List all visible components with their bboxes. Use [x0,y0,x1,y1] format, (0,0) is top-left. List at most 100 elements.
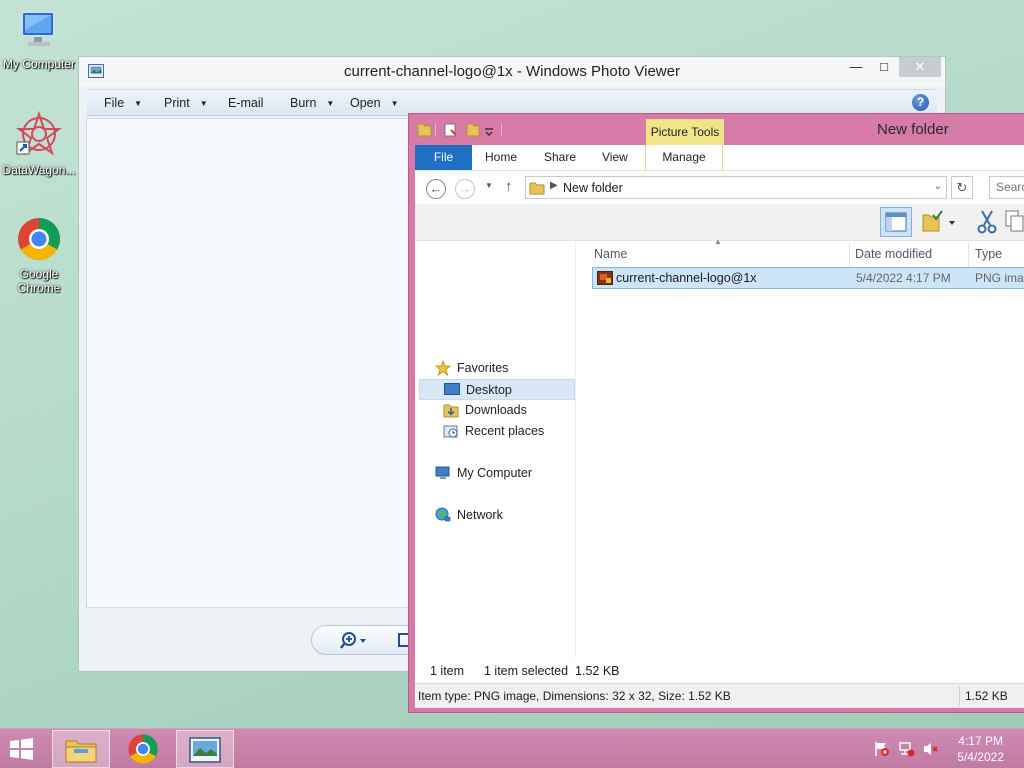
address-dropdown-icon[interactable]: ⌄ [934,181,942,192]
action-center-flag-icon [875,742,889,756]
breadcrumb-current[interactable]: New folder [563,181,623,195]
menu-email-label: E-mail [228,96,264,110]
refresh-button[interactable]: ↻ [951,176,973,199]
column-header-name[interactable]: Name [594,241,844,267]
tab-manage[interactable]: Manage [645,145,723,170]
desktop-icon-my-computer[interactable]: My Computer [0,8,78,71]
address-bar[interactable]: ▶ New folder ⌄ [525,176,947,199]
photo-viewer-titlebar[interactable]: current-channel-logo@1x - Windows Photo … [79,57,945,87]
menu-open[interactable]: Open ▼ [350,96,399,110]
forward-arrow-icon: → [458,181,472,196]
dropdown-arrow-icon: ▼ [199,99,208,108]
nav-item-favorites[interactable]: Favorites [435,358,575,379]
forward-button[interactable]: → [455,179,475,199]
preview-pane-icon [885,212,907,232]
zoom-button[interactable] [340,631,376,651]
nav-label: Downloads [465,403,527,417]
folder-icon[interactable] [417,121,517,139]
taskbar: 4:17 PM 5/4/2022 [0,728,1024,768]
back-button[interactable]: ← [426,179,446,199]
photo-viewer-icon [189,737,221,763]
tray-volume[interactable] [922,741,940,760]
tab-view[interactable]: View [602,145,628,170]
ribbon-tabs: File Home Share View Manage [415,145,1024,170]
nav-item-network[interactable]: Network [435,505,575,526]
network-icon [435,507,451,522]
nav-item-recent-places[interactable]: Recent places [443,421,573,442]
picture-tools-context: Picture Tools [646,119,724,145]
taskbar-file-explorer[interactable] [52,730,110,768]
tray-network[interactable] [898,741,916,760]
taskbar-photo-viewer[interactable] [176,730,234,768]
file-type: PNG imag [975,271,1024,285]
network-status-icon [899,742,915,757]
zoom-icon [340,632,366,649]
tray-flag[interactable] [874,741,890,760]
photo-viewer-menubar: File ▼ Print ▼ E-mail Burn ▼ Open ▼ ? [87,89,937,116]
status-item-count: 1 item [430,664,465,678]
computer-icon [435,466,450,479]
tray-time: 4:17 PM [958,734,1003,748]
chevron-down-icon: ▼ [485,181,493,190]
tab-file[interactable]: File [415,145,472,170]
column-separator [849,243,850,267]
desktop-icon-label: My Computer [2,57,76,71]
close-button[interactable]: ✕ [899,57,941,77]
folder-check-icon [922,210,955,232]
nav-item-desktop[interactable]: Desktop [419,379,575,400]
nav-item-downloads[interactable]: Downloads [443,400,573,421]
cut-button[interactable] [976,210,1000,234]
copy-button[interactable] [1005,210,1024,234]
nav-label: Favorites [457,361,509,375]
start-button[interactable] [6,735,40,763]
tab-home[interactable]: Home [485,145,517,170]
maximize-button[interactable]: □ [871,57,897,77]
recent-locations-button[interactable]: ▼ [485,181,493,190]
maximize-icon: □ [880,59,888,74]
desktop-icon [444,383,460,395]
menu-file[interactable]: File ▼ [104,96,142,110]
copy-icon [1005,210,1024,232]
help-button[interactable]: ? [912,94,929,111]
nav-label: Recent places [465,424,545,438]
windows-logo-icon [10,738,33,760]
chrome-icon [18,217,61,261]
desktop-icon-label: Google Chrome [17,267,61,295]
dropdown-arrow-icon: ▼ [326,99,335,108]
tray-clock[interactable]: 4:17 PM 5/4/2022 [957,733,1004,765]
explorer-window[interactable]: Picture Tools New folder File Home Share… [408,113,1024,713]
tab-share[interactable]: Share [544,145,576,170]
folder-icon [529,182,545,195]
taskbar-chrome[interactable] [114,730,172,768]
new-folder-button[interactable] [921,210,963,234]
nav-label: Desktop [466,383,512,397]
minimize-icon: — [849,59,863,74]
menu-print[interactable]: Print ▼ [164,96,208,110]
column-header-date-modified[interactable]: Date modified [855,241,965,267]
png-file-icon [597,271,613,285]
file-explorer-icon [65,740,97,763]
file-name: current-channel-logo@1x [616,271,757,285]
recent-places-icon [443,425,458,438]
minimize-button[interactable]: — [843,57,869,77]
file-list-pane: ▲ Name Date modified Type current-channe… [575,237,1024,657]
preview-pane-button[interactable] [880,207,912,237]
menu-file-label: File [104,96,125,110]
search-input[interactable]: Searc [989,176,1024,199]
status-selection: 1 item selected 1.52 KB [484,664,620,678]
file-row[interactable]: current-channel-logo@1x 5/4/2022 4:17 PM… [592,267,1024,289]
datawagon-icon [16,110,62,156]
menu-burn[interactable]: Burn ▼ [290,96,334,110]
column-header-type[interactable]: Type [975,241,1024,267]
volume-muted-icon [924,743,938,755]
up-arrow-icon: ↑ [505,178,513,195]
back-arrow-icon: ← [429,181,443,196]
nav-item-my-computer[interactable]: My Computer [435,463,575,484]
column-separator [968,243,969,267]
menu-email[interactable]: E-mail [228,96,263,110]
close-icon: ✕ [914,59,926,74]
command-row [415,204,1024,241]
up-button[interactable]: ↑ [505,178,513,195]
desktop-icon-datawagon[interactable]: DataWagon... [0,110,78,177]
desktop-icon-google-chrome[interactable]: Google Chrome [0,216,78,295]
